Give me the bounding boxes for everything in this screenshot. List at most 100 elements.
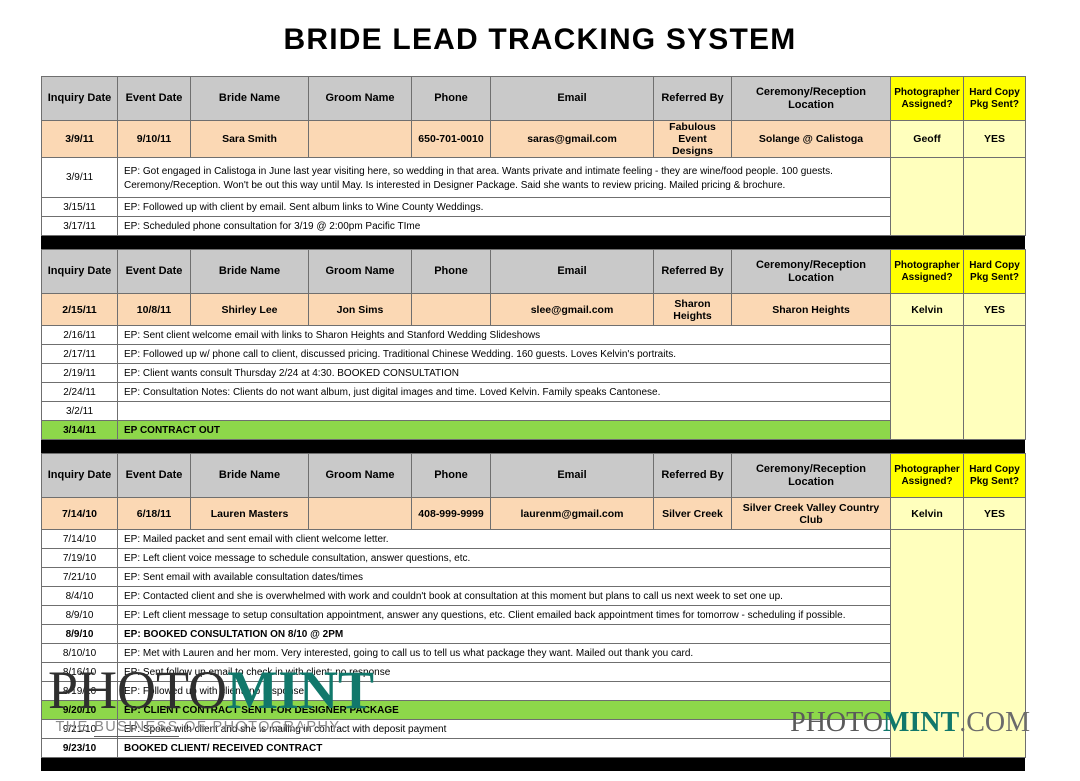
col-header-phone: Phone [411,76,491,121]
col-header-inquiry-date: Inquiry Date [41,453,118,499]
note-row[interactable]: 2/16/11 EP: Sent client welcome email wit… [41,325,1026,441]
note-text: EP: BOOKED CONSULTATION ON 8/10 @ 2PM [117,624,891,645]
col-header-location: Ceremony/Reception Location [731,76,891,121]
col-header-event-date: Event Date [117,76,191,121]
cell-phone: 650-701-0010 [411,119,491,159]
cell-groom-name [308,497,412,531]
note-date: 7/14/10 [41,529,118,550]
logo-mint-text: MINT [227,660,375,720]
cell-photographer-assigned: Kelvin [890,497,964,531]
note-text: EP: Sent client welcome email with links… [117,325,891,346]
note-text: EP: Mailed packet and sent email with cl… [117,529,891,550]
photomint-dotcom-logo: PHOTOMINT.COM [790,708,1030,738]
col-header-hard-copy-pkg: Hard Copy Pkg Sent? [963,76,1026,121]
note-date: 3/15/11 [41,197,118,218]
note-date: 2/19/11 [41,363,118,384]
note-text: EP: Contacted client and she is overwhel… [117,586,891,607]
note-text: EP CONTRACT OUT [117,420,891,441]
cell-email: laurenm@gmail.com [490,497,654,531]
col-header-event-date: Event Date [117,249,191,295]
note-photographer-spacer [890,157,964,237]
col-header-inquiry-date: Inquiry Date [41,76,118,121]
note-text: EP: Left client message to setup consult… [117,605,891,626]
cell-referred-by: Silver Creek [653,497,732,531]
note-row[interactable]: 8/9/10 EP: Left client message to setup c… [41,605,1026,626]
note-date: 7/21/10 [41,567,118,588]
corner-logo-mint-text: MINT [882,707,960,738]
note-row[interactable]: 7/19/10 EP: Left client voice message to … [41,548,1026,569]
cell-email: saras@gmail.com [490,119,654,159]
note-date: 2/17/11 [41,344,118,365]
note-row[interactable]: 2/17/11 EP: Followed up w/ phone call to … [41,344,1026,365]
note-row[interactable]: 7/21/10 EP: Sent email with available con… [41,567,1026,588]
col-header-location: Ceremony/Reception Location [731,249,891,295]
note-row[interactable]: 9/23/10 BOOKED CLIENT/ RECEIVED CONTRACT [41,738,1026,759]
lead-data-row[interactable]: 2/15/11 10/8/11 Shirley Lee Jon Sims slee@gm… [41,293,1026,327]
note-text: EP: Followed up w/ phone call to client,… [117,344,891,365]
note-date: 2/16/11 [41,325,118,346]
col-header-referred-by: Referred By [653,249,732,295]
col-header-bride-name: Bride Name [190,76,309,121]
lead-block: Inquiry Date Event Date Bride Name Groom Na… [41,76,1026,237]
col-header-event-date: Event Date [117,453,191,499]
note-row[interactable]: 3/2/11 [41,401,1026,422]
table-header-row: Inquiry Date Event Date Bride Name Groom Na… [41,249,1026,295]
note-text: BOOKED CLIENT/ RECEIVED CONTRACT [117,738,891,759]
note-row[interactable]: 7/14/10 EP: Mailed packet and sent email … [41,529,1026,759]
col-header-referred-by: Referred By [653,453,732,499]
cell-hard-copy-pkg-sent: YES [963,293,1026,327]
note-row[interactable]: 3/17/11 EP: Scheduled phone consultation … [41,216,1026,237]
note-date: 7/19/10 [41,548,118,569]
cell-bride-name: Lauren Masters [190,497,309,531]
col-header-phone: Phone [411,249,491,295]
cell-event-date: 9/10/11 [117,119,191,159]
col-header-groom-name: Groom Name [308,76,412,121]
col-header-hard-copy-pkg: Hard Copy Pkg Sent? [963,453,1026,499]
note-text: EP: Scheduled phone consultation for 3/1… [117,216,891,237]
block-separator [41,758,1025,772]
page-title: BRIDE LEAD TRACKING SYSTEM [283,23,797,56]
table-header-row: Inquiry Date Event Date Bride Name Groom Na… [41,453,1026,499]
col-header-photographer-assigned: Photographer Assigned? [890,249,964,295]
cell-groom-name [308,119,412,159]
note-date: 2/24/11 [41,382,118,403]
note-text: EP: Followed up with client by email. Se… [117,197,891,218]
col-header-phone: Phone [411,453,491,499]
note-row[interactable]: 2/24/11 EP: Consultation Notes: Clients d… [41,382,1026,403]
note-row[interactable]: 3/15/11 EP: Followed up with client by em… [41,197,1026,218]
note-row[interactable]: 8/4/10 EP: Contacted client and she is ov… [41,586,1026,607]
col-header-photographer-assigned: Photographer Assigned? [890,76,964,121]
lead-data-row[interactable]: 7/14/10 6/18/11 Lauren Masters 408-999-9999… [41,497,1026,531]
cell-phone: 408-999-9999 [411,497,491,531]
note-date: 3/2/11 [41,401,118,422]
cell-inquiry-date: 3/9/11 [41,119,118,159]
col-header-location: Ceremony/Reception Location [731,453,891,499]
note-row[interactable]: 8/9/10 EP: BOOKED CONSULTATION ON 8/10 @ … [41,624,1026,645]
note-text: EP: Client wants consult Thursday 2/24 a… [117,363,891,384]
note-text: EP: Consultation Notes: Clients do not w… [117,382,891,403]
photomint-wordmark: PHOTOMINT [48,663,374,717]
corner-logo-photo-text: PHOTO [790,707,883,738]
note-date: 8/9/10 [41,605,118,626]
tagline-post: OF PHOTOGRAPHY [178,719,341,735]
corner-logo-com-text: .COM [959,707,1030,738]
note-hardcopy-spacer [963,157,1026,237]
note-row[interactable]: 3/14/11 EP CONTRACT OUT [41,420,1026,441]
note-row[interactable]: 2/19/11 EP: Client wants consult Thursday… [41,363,1026,384]
cell-photographer-assigned: Kelvin [890,293,964,327]
col-header-hard-copy-pkg: Hard Copy Pkg Sent? [963,249,1026,295]
cell-inquiry-date: 2/15/11 [41,293,118,327]
cell-referred-by: Fabulous Event Designs [653,119,732,159]
col-header-bride-name: Bride Name [190,453,309,499]
cell-hard-copy-pkg-sent: YES [963,497,1026,531]
block-separator [41,236,1025,250]
note-row[interactable]: 3/9/11 EP: Got engaged in Calistoga in Ju… [41,157,1026,237]
note-date: 8/4/10 [41,586,118,607]
col-header-groom-name: Groom Name [308,249,412,295]
lead-data-row[interactable]: 3/9/11 9/10/11 Sara Smith 650-701-0010 saras… [41,119,1026,159]
cell-location: Silver Creek Valley Country Club [731,497,891,531]
col-header-email: Email [490,76,654,121]
col-header-photographer-assigned: Photographer Assigned? [890,453,964,499]
col-header-referred-by: Referred By [653,76,732,121]
col-header-groom-name: Groom Name [308,453,412,499]
